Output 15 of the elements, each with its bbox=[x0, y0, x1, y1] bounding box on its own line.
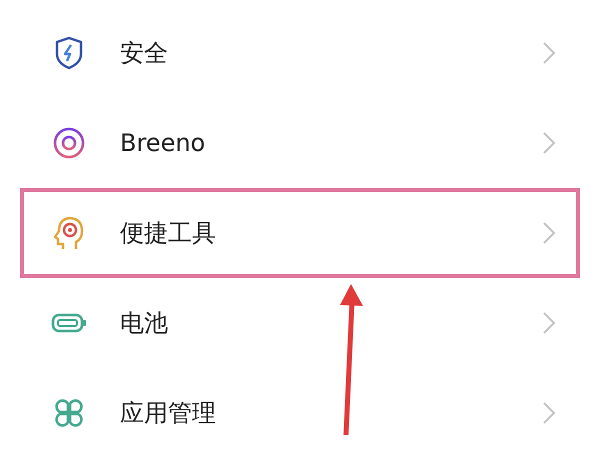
setting-label: 安全 bbox=[120, 38, 169, 69]
setting-label: 电池 bbox=[120, 308, 169, 339]
settings-row[interactable]: 应用管理 bbox=[20, 368, 580, 450]
highlighted-settings-row[interactable]: 便捷工具 bbox=[20, 188, 580, 278]
chevron-icon bbox=[542, 221, 556, 245]
chevron-icon bbox=[542, 41, 556, 65]
chevron-icon bbox=[542, 401, 556, 425]
setting-label: 应用管理 bbox=[120, 398, 217, 429]
chevron-icon bbox=[542, 311, 556, 335]
chevron-icon bbox=[542, 131, 556, 155]
settings-row[interactable]: Breeno bbox=[20, 98, 580, 188]
setting-label: Breeno bbox=[120, 128, 206, 159]
settings-row[interactable]: 安全 bbox=[20, 8, 580, 98]
settings-row[interactable]: 电池 bbox=[20, 278, 580, 368]
setting-label: 便捷工具 bbox=[120, 218, 217, 249]
